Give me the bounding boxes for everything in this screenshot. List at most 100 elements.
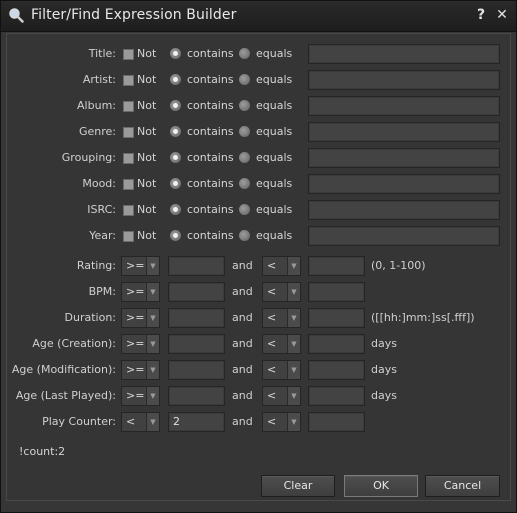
close-button[interactable]: ✕ (493, 6, 511, 24)
operator2-select[interactable]: < ▼ (262, 282, 301, 302)
field-label: Age (Creation): (32, 337, 116, 350)
contains-label: contains (187, 177, 234, 190)
operator2-select[interactable]: < ▼ (262, 360, 301, 380)
value2-input[interactable] (308, 412, 365, 432)
contains-radio[interactable] (170, 230, 181, 241)
equals-radio[interactable] (239, 48, 250, 59)
operator1-value: >= (126, 389, 145, 402)
not-checkbox[interactable] (123, 75, 134, 86)
equals-label: equals (256, 229, 293, 242)
not-checkbox[interactable] (123, 179, 134, 190)
value-input[interactable] (308, 44, 500, 64)
value2-input[interactable] (308, 386, 365, 406)
value1-input[interactable] (168, 360, 225, 380)
contains-radio[interactable] (170, 204, 181, 215)
operator1-value: >= (126, 311, 145, 324)
value2-input[interactable] (308, 360, 365, 380)
contains-radio[interactable] (170, 74, 181, 85)
operator2-select[interactable]: < ▼ (262, 308, 301, 328)
field-label: BPM: (88, 285, 116, 298)
equals-label: equals (256, 177, 293, 190)
clear-button[interactable]: Clear (261, 475, 335, 497)
cancel-button[interactable]: Cancel (425, 475, 500, 497)
format-hint: days (371, 363, 397, 376)
filter-form: Title: Not contains equals Artist: Not c… (6, 33, 511, 501)
value2-input[interactable] (308, 282, 365, 302)
equals-radio[interactable] (239, 230, 250, 241)
equals-radio[interactable] (239, 178, 250, 189)
not-checkbox[interactable] (123, 49, 134, 60)
field-label: Grouping: (61, 151, 116, 164)
chevron-down-icon: ▼ (146, 309, 159, 327)
value2-input[interactable] (308, 256, 365, 276)
expression-builder-dialog: Filter/Find Expression Builder ? ✕ Title… (0, 0, 517, 513)
value2-input[interactable] (308, 334, 365, 354)
equals-radio[interactable] (239, 126, 250, 137)
chevron-down-icon: ▼ (146, 387, 159, 405)
chevron-down-icon: ▼ (287, 413, 300, 431)
value-input[interactable] (308, 200, 500, 220)
contains-radio[interactable] (170, 178, 181, 189)
field-label: Rating: (76, 259, 116, 272)
contains-label: contains (187, 73, 234, 86)
operator1-select[interactable]: >= ▼ (121, 256, 160, 276)
value-input[interactable] (308, 70, 500, 90)
operator1-select[interactable]: < ▼ (121, 412, 160, 432)
value1-input[interactable] (168, 386, 225, 406)
operator1-value: >= (126, 337, 145, 350)
text-filter-row: Mood: Not contains equals (7, 174, 510, 194)
not-checkbox[interactable] (123, 153, 134, 164)
value-input[interactable] (308, 148, 500, 168)
contains-radio[interactable] (170, 100, 181, 111)
operator2-select[interactable]: < ▼ (262, 334, 301, 354)
range-filter-row: Play Counter: < ▼ 2 and < ▼ (7, 412, 510, 432)
not-label: Not (137, 99, 157, 112)
not-checkbox[interactable] (123, 231, 134, 242)
operator1-select[interactable]: >= ▼ (121, 282, 160, 302)
value2-input[interactable] (308, 308, 365, 328)
field-label: Album: (77, 99, 116, 112)
chevron-down-icon: ▼ (287, 335, 300, 353)
not-label: Not (137, 151, 157, 164)
and-label: and (232, 389, 253, 402)
operator1-value: >= (126, 363, 145, 376)
text-filter-row: Artist: Not contains equals (7, 70, 510, 90)
contains-radio[interactable] (170, 152, 181, 163)
equals-radio[interactable] (239, 100, 250, 111)
help-button[interactable]: ? (472, 6, 490, 24)
value-input[interactable] (308, 174, 500, 194)
operator2-select[interactable]: < ▼ (262, 386, 301, 406)
equals-radio[interactable] (239, 204, 250, 215)
operator1-select[interactable]: >= ▼ (121, 308, 160, 328)
contains-radio[interactable] (170, 126, 181, 137)
contains-radio[interactable] (170, 48, 181, 59)
not-checkbox[interactable] (123, 127, 134, 138)
equals-label: equals (256, 203, 293, 216)
value1-input[interactable] (168, 334, 225, 354)
field-label: Genre: (78, 125, 116, 138)
operator2-select[interactable]: < ▼ (262, 256, 301, 276)
value1-input[interactable] (168, 256, 225, 276)
chevron-down-icon: ▼ (287, 283, 300, 301)
ok-button[interactable]: OK (344, 475, 418, 497)
not-label: Not (137, 229, 157, 242)
operator2-value: < (267, 363, 277, 376)
value1-input[interactable] (168, 308, 225, 328)
value1-input[interactable] (168, 282, 225, 302)
value1-input[interactable]: 2 (168, 412, 225, 432)
operator1-select[interactable]: >= ▼ (121, 386, 160, 406)
value-input[interactable] (308, 122, 500, 142)
operator1-select[interactable]: >= ▼ (121, 360, 160, 380)
operator1-select[interactable]: >= ▼ (121, 334, 160, 354)
equals-radio[interactable] (239, 74, 250, 85)
not-checkbox[interactable] (123, 205, 134, 216)
not-checkbox[interactable] (123, 101, 134, 112)
operator2-value: < (267, 311, 277, 324)
field-label: Title: (88, 47, 116, 60)
value-input[interactable] (308, 226, 500, 246)
value-input[interactable] (308, 96, 500, 116)
equals-label: equals (256, 125, 293, 138)
equals-radio[interactable] (239, 152, 250, 163)
operator2-select[interactable]: < ▼ (262, 412, 301, 432)
text-filter-row: Album: Not contains equals (7, 96, 510, 116)
